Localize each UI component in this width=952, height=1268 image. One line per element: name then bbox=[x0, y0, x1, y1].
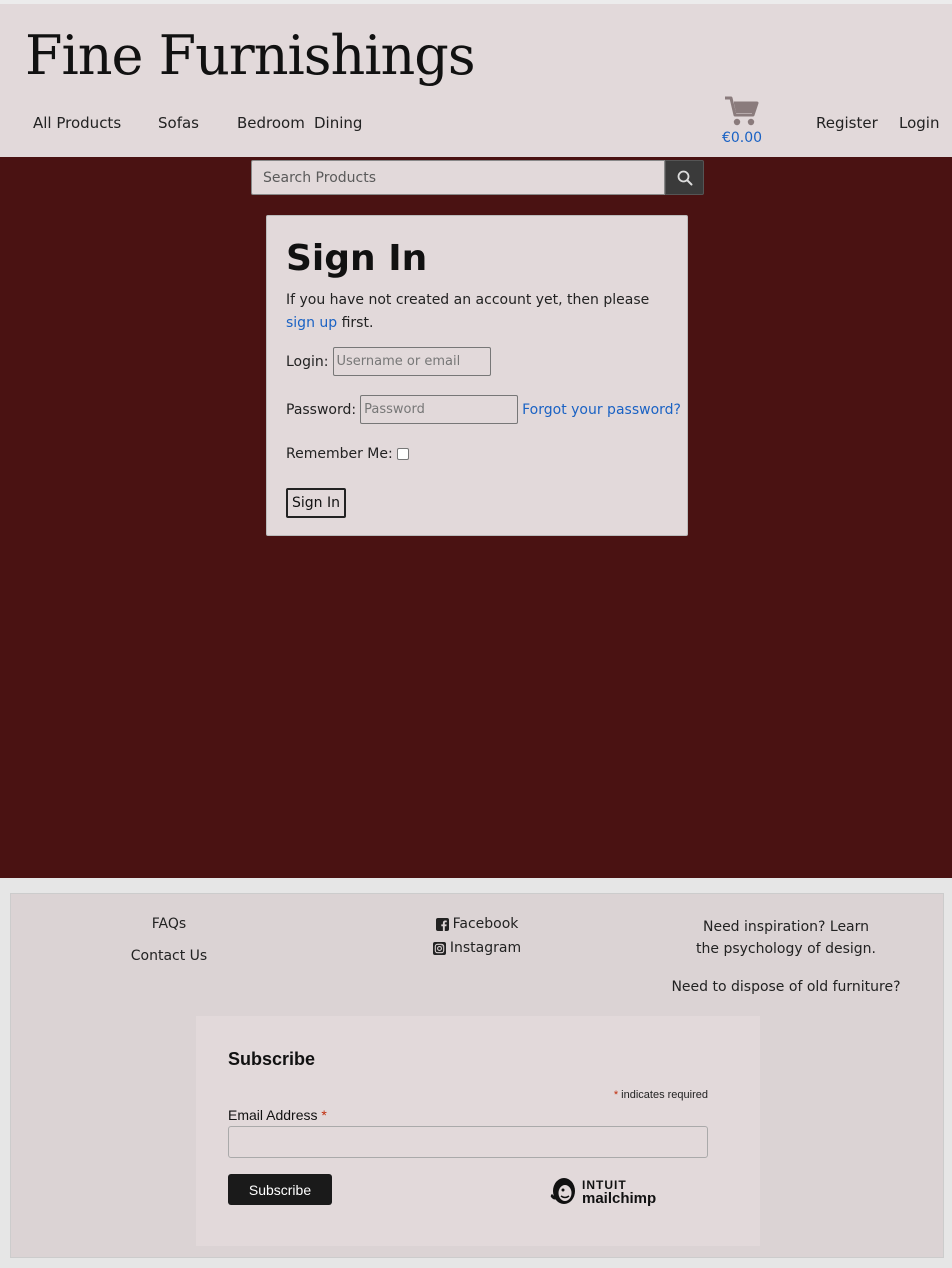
signin-card: Sign In If you have not created an accou… bbox=[266, 215, 688, 536]
contact-link[interactable]: Contact Us bbox=[119, 948, 219, 964]
search-icon bbox=[677, 170, 692, 185]
nav-sofas[interactable]: Sofas bbox=[158, 114, 199, 132]
nav-bedroom[interactable]: Bedroom bbox=[237, 114, 305, 132]
signup-link[interactable]: sign up bbox=[286, 315, 337, 331]
faqs-link[interactable]: FAQs bbox=[119, 916, 219, 932]
brand-logo[interactable]: Fine Furnishings bbox=[25, 24, 476, 87]
email-field[interactable] bbox=[228, 1126, 708, 1158]
footer-col-help: FAQs Contact Us bbox=[119, 916, 219, 964]
password-field[interactable] bbox=[360, 395, 519, 424]
dispose-link[interactable]: Need to dispose of old furniture? bbox=[661, 976, 911, 998]
subscribe-button[interactable]: Subscribe bbox=[228, 1174, 332, 1205]
intro-text-after: first. bbox=[337, 315, 374, 331]
main-content: Sign In If you have not created an accou… bbox=[0, 157, 952, 878]
nav-dining[interactable]: Dining bbox=[314, 114, 362, 132]
search-form bbox=[251, 160, 704, 195]
facebook-label: Facebook bbox=[452, 916, 519, 932]
instagram-label: Instagram bbox=[449, 940, 522, 956]
signin-intro: If you have not created an account yet, … bbox=[286, 289, 676, 335]
instagram-link[interactable]: Instagram bbox=[417, 940, 537, 956]
remember-label: Remember Me: bbox=[286, 446, 393, 462]
subscribe-title: Subscribe bbox=[228, 1049, 316, 1069]
search-button[interactable] bbox=[665, 160, 704, 195]
site-header: Fine Furnishings All Products Sofas Bedr… bbox=[0, 4, 952, 157]
signin-button[interactable]: Sign In bbox=[286, 488, 346, 518]
mailchimp-freddie-icon bbox=[550, 1178, 575, 1204]
login-label: Login: bbox=[286, 353, 329, 370]
required-note-text: indicates required bbox=[618, 1089, 708, 1101]
forgot-password-link[interactable]: Forgot your password? bbox=[522, 402, 681, 418]
login-link[interactable]: Login bbox=[899, 114, 939, 132]
cart-link[interactable]: €0.00 bbox=[716, 96, 768, 146]
password-row: Password: Forgot your password? bbox=[286, 395, 681, 424]
footer-col-social: Facebook Instagram bbox=[417, 916, 537, 956]
subscribe-form: Subscribe * indicates required Email Add… bbox=[196, 1016, 760, 1246]
search-input[interactable] bbox=[251, 160, 665, 195]
remember-row: Remember Me: bbox=[286, 446, 409, 462]
password-label: Password: bbox=[286, 401, 357, 418]
login-field[interactable] bbox=[332, 347, 491, 376]
facebook-link[interactable]: Facebook bbox=[417, 916, 537, 932]
required-note: * indicates required bbox=[614, 1089, 708, 1101]
footer-col-info: Need inspiration? Learn the psychology o… bbox=[661, 916, 911, 998]
remember-checkbox[interactable] bbox=[396, 448, 409, 460]
footer-panel: FAQs Contact Us Facebook Instagram Need … bbox=[10, 893, 944, 1258]
register-link[interactable]: Register bbox=[816, 114, 878, 132]
email-label: Email Address * bbox=[228, 1107, 327, 1123]
signin-title: Sign In bbox=[286, 238, 428, 279]
nav-all-products[interactable]: All Products bbox=[33, 114, 121, 132]
site-footer: FAQs Contact Us Facebook Instagram Need … bbox=[0, 878, 952, 1268]
login-row: Login: bbox=[286, 347, 491, 376]
mailchimp-wordmark: mailchimp bbox=[582, 1190, 657, 1207]
shopping-cart-icon bbox=[725, 96, 759, 126]
email-required-asterisk: * bbox=[321, 1107, 327, 1123]
facebook-icon bbox=[435, 917, 449, 931]
instagram-icon bbox=[432, 941, 446, 955]
inspiration-link[interactable]: Need inspiration? Learn the psychology o… bbox=[661, 916, 911, 960]
intro-text: If you have not created an account yet, … bbox=[286, 292, 650, 308]
mailchimp-logo[interactable]: INTUIT mailchimp bbox=[548, 1176, 656, 1208]
email-label-text: Email Address bbox=[228, 1107, 318, 1123]
cart-total: €0.00 bbox=[721, 130, 763, 146]
